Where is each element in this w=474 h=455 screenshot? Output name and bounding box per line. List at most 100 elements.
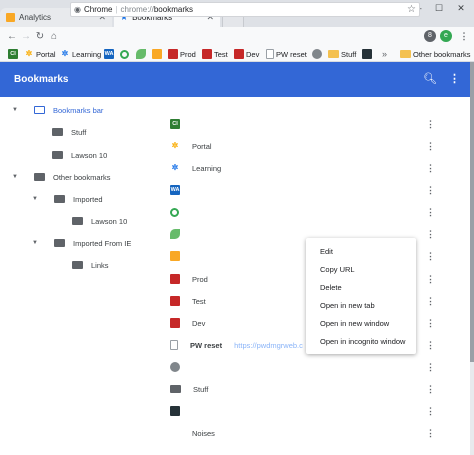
- tree-item-label: Lawson 10: [91, 216, 128, 226]
- row-menu-icon[interactable]: ⋮: [426, 207, 435, 218]
- ci-icon: CI: [8, 49, 18, 59]
- reload-icon[interactable]: ↻: [33, 31, 47, 42]
- analytics-icon: [6, 13, 15, 22]
- dark-square-icon: [170, 406, 180, 416]
- omnibox[interactable]: ◉ Chrome | chrome://bookmarks ☆: [70, 2, 420, 17]
- bookmark-item[interactable]: [120, 48, 129, 60]
- bookmark-url: https://pwdmgrweb.c: [234, 340, 303, 350]
- menu-item-open-incognito[interactable]: Open in incognito window: [306, 332, 416, 350]
- bookmark-item[interactable]: [362, 48, 372, 60]
- row-menu-icon[interactable]: ⋮: [426, 384, 435, 395]
- blank-icon: [170, 428, 180, 438]
- tree-item-lawson-10-imported[interactable]: Lawson 10: [72, 214, 127, 228]
- orange-square-icon: [152, 49, 162, 59]
- folder-icon: [34, 173, 45, 181]
- bookmark-item[interactable]: WA: [104, 48, 114, 60]
- row-menu-icon[interactable]: ⋮: [426, 296, 435, 307]
- red-square-icon: [170, 296, 180, 306]
- collapse-arrow-icon[interactable]: ▼: [32, 240, 38, 246]
- bookmarks-overflow-button[interactable]: »: [382, 48, 387, 60]
- folder-icon: [328, 50, 339, 58]
- bookmark-item[interactable]: Dev: [234, 48, 259, 60]
- row-menu-icon[interactable]: ⋮: [426, 340, 435, 351]
- bookmark-star-icon[interactable]: ☆: [407, 4, 416, 15]
- tree-item-imported[interactable]: ▼ Imported: [32, 192, 103, 206]
- bookmark-item[interactable]: PW reset: [266, 48, 307, 60]
- row-menu-icon[interactable]: ⋮: [426, 318, 435, 329]
- row-menu-icon[interactable]: ⋮: [426, 274, 435, 285]
- home-icon[interactable]: ⌂: [47, 31, 61, 42]
- menu-icon[interactable]: ⋮: [458, 30, 470, 42]
- omnibox-separator: |: [115, 5, 118, 14]
- tree-item-imported-from-ie[interactable]: ▼ Imported From IE: [32, 236, 131, 250]
- extension-icon[interactable]: 8: [424, 30, 436, 42]
- forward-icon[interactable]: →: [19, 31, 33, 42]
- evernote-icon[interactable]: e: [440, 30, 452, 42]
- scrollbar-thumb[interactable]: [470, 62, 474, 362]
- tree-item-other-bookmarks[interactable]: ▼ Other bookmarks: [12, 170, 111, 184]
- bookmark-item[interactable]: [152, 48, 162, 60]
- green-ring-icon: [120, 49, 129, 59]
- bookmark-item[interactable]: ✲ Portal: [24, 48, 56, 60]
- folder-icon: [54, 239, 65, 247]
- bookmark-item[interactable]: Test: [202, 48, 228, 60]
- menu-item-copy-url[interactable]: Copy URL: [306, 260, 416, 278]
- learning-icon: ✲: [171, 163, 179, 172]
- more-options-icon[interactable]: ⋮: [449, 72, 460, 85]
- list-item[interactable]: CI ⋮: [170, 116, 440, 132]
- bookmark-item[interactable]: ✲ Learning: [60, 48, 102, 60]
- back-icon[interactable]: ←: [5, 31, 19, 42]
- row-menu-icon[interactable]: ⋮: [426, 428, 435, 439]
- row-menu-icon[interactable]: ⋮: [426, 362, 435, 373]
- bookmark-name: Portal: [192, 141, 212, 151]
- bookmark-item[interactable]: CI: [8, 48, 18, 60]
- bookmark-name: Learning: [192, 163, 222, 173]
- row-menu-icon[interactable]: ⋮: [426, 119, 435, 130]
- bookmark-item[interactable]: [136, 48, 146, 60]
- row-menu-icon[interactable]: ⋮: [426, 185, 435, 196]
- tree-item-label: Lawson 10: [71, 150, 108, 160]
- list-item[interactable]: Stuff ⋮: [170, 381, 440, 397]
- bookmark-item[interactable]: Prod: [168, 48, 196, 60]
- tree-item-links[interactable]: Links: [72, 258, 109, 272]
- list-item[interactable]: ⋮: [170, 204, 440, 220]
- menu-item-edit[interactable]: Edit: [306, 242, 416, 260]
- menu-item-delete[interactable]: Delete: [306, 278, 416, 296]
- dark-square-icon: [362, 49, 372, 59]
- search-icon[interactable]: 🔍︎: [423, 72, 437, 85]
- row-menu-icon[interactable]: ⋮: [426, 229, 435, 240]
- row-menu-icon[interactable]: ⋮: [426, 141, 435, 152]
- tree-item-stuff[interactable]: Stuff: [52, 125, 86, 139]
- menu-item-open-new-window[interactable]: Open in new window: [306, 314, 416, 332]
- wa-icon: WA: [104, 49, 114, 59]
- folder-icon: [34, 106, 45, 114]
- collapse-arrow-icon[interactable]: ▼: [32, 196, 38, 202]
- folder-icon: [170, 385, 181, 393]
- omnibox-url[interactable]: chrome://bookmarks: [121, 5, 193, 14]
- list-item[interactable]: ✲ Portal ⋮: [170, 138, 440, 154]
- row-menu-icon[interactable]: ⋮: [426, 406, 435, 417]
- close-window-icon[interactable]: ✕: [452, 2, 470, 14]
- tree-item-bookmarks-bar[interactable]: ▼ Bookmarks bar: [12, 103, 103, 117]
- list-item[interactable]: ⋮: [170, 403, 440, 419]
- leaf-icon: [136, 49, 146, 59]
- red-square-icon: [170, 274, 180, 284]
- other-bookmarks-folder[interactable]: Other bookmarks: [400, 48, 471, 60]
- bookmark-name: Dev: [192, 318, 206, 328]
- list-item[interactable]: Noises ⋮: [170, 425, 440, 441]
- collapse-arrow-icon[interactable]: ▼: [12, 107, 18, 113]
- learning-icon: ✲: [61, 49, 69, 58]
- list-item[interactable]: ⋮: [170, 359, 440, 375]
- menu-item-open-new-tab[interactable]: Open in new tab: [306, 296, 416, 314]
- list-item[interactable]: WA ⋮: [170, 182, 440, 198]
- maximize-icon[interactable]: ☐: [430, 2, 448, 14]
- portal-icon: ✲: [171, 141, 179, 150]
- list-item[interactable]: ✲ Learning ⋮: [170, 160, 440, 176]
- row-menu-icon[interactable]: ⋮: [426, 251, 435, 262]
- row-menu-icon[interactable]: ⋮: [426, 163, 435, 174]
- bookmark-folder[interactable]: Stuff: [328, 48, 356, 60]
- tab-label: Analytics: [19, 13, 52, 22]
- collapse-arrow-icon[interactable]: ▼: [12, 174, 18, 180]
- tree-item-lawson-10[interactable]: Lawson 10: [52, 148, 107, 162]
- bookmark-item[interactable]: [312, 48, 322, 60]
